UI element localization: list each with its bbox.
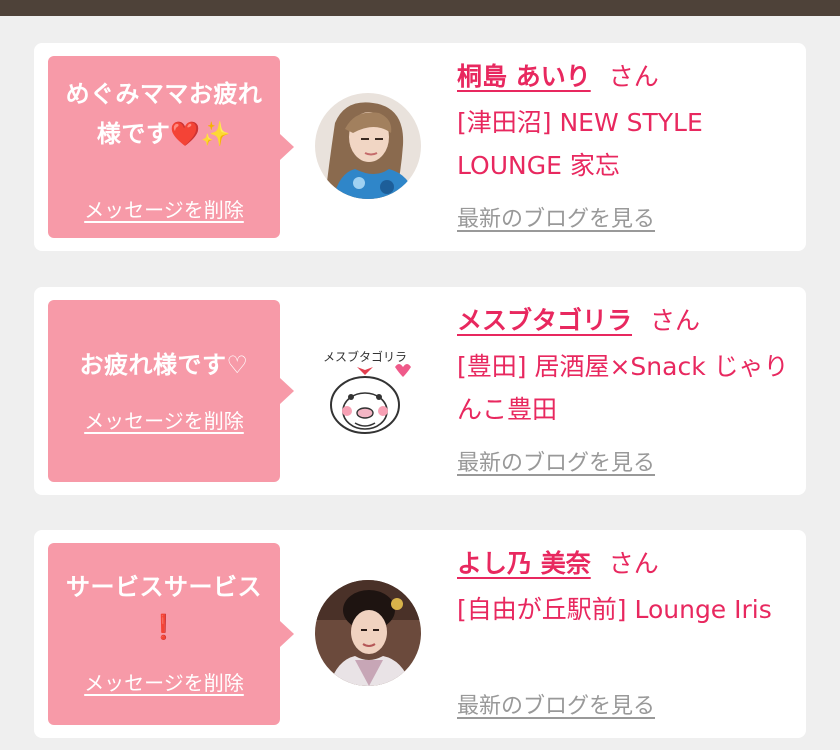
message-text: サービスサービス ❗: [56, 567, 272, 647]
top-bar: [0, 0, 840, 16]
honorific: さん: [608, 62, 659, 91]
user-avatar[interactable]: [315, 580, 421, 686]
message-body: めぐみママお疲れ様です: [65, 80, 263, 148]
user-name-link[interactable]: メスブタゴリラ: [457, 306, 632, 335]
shop-info: [自由が丘駅前] Lounge Iris: [457, 588, 797, 631]
message-card: お疲れ様です♡ メッセージを削除 メスブタゴリラ メスブタゴリラ さん [豊田] …: [34, 287, 806, 495]
avatar-photo-woman-kimono-icon: [315, 580, 421, 686]
avatar-caption: メスブタゴリラ: [323, 349, 407, 364]
honorific: さん: [650, 306, 701, 335]
shop-area: [津田沼]: [457, 108, 552, 137]
user-name-link[interactable]: よし乃 美奈: [457, 549, 591, 578]
honorific: さん: [608, 549, 659, 578]
user-name-line: よし乃 美奈 さん: [457, 544, 659, 580]
message-body: お疲れ様です♡: [79, 351, 249, 379]
user-name-link[interactable]: 桐島 あいり: [457, 62, 591, 91]
avatar-gorilla-illustration-icon: メスブタゴリラ: [315, 337, 421, 443]
shop-info: [豊田] 居酒屋×Snack じゃりんこ豊田: [457, 345, 797, 431]
message-card: めぐみママお疲れ様です❤️✨ メッセージを削除 桐島 あいり さん [津田沼] N…: [34, 43, 806, 251]
latest-blog-link[interactable]: 最新のブログを見る: [457, 445, 655, 477]
user-avatar[interactable]: [315, 93, 421, 199]
message-bubble: サービスサービス ❗ メッセージを削除: [48, 543, 294, 725]
message-text: お疲れ様です♡: [56, 345, 272, 385]
delete-message-link[interactable]: メッセージを削除: [48, 194, 280, 223]
shop-info: [津田沼] NEW STYLE LOUNGE 家忘: [457, 101, 797, 187]
user-name-line: 桐島 あいり さん: [457, 57, 659, 93]
shop-name: Lounge Iris: [634, 595, 772, 624]
delete-message-link[interactable]: メッセージを削除: [48, 405, 280, 434]
shop-area: [豊田]: [457, 352, 527, 381]
shop-area: [自由が丘駅前]: [457, 595, 627, 624]
heart-emoji-icon: ❤️: [170, 120, 201, 148]
message-card: サービスサービス ❗ メッセージを削除 よし乃 美奈 さん [自由が丘駅前] Lou…: [34, 530, 806, 738]
latest-blog-link[interactable]: 最新のブログを見る: [457, 201, 655, 233]
message-bubble: めぐみママお疲れ様です❤️✨ メッセージを削除: [48, 56, 294, 238]
user-avatar[interactable]: メスブタゴリラ: [315, 337, 421, 443]
message-text: めぐみママお疲れ様です❤️✨: [56, 74, 272, 154]
latest-blog-link[interactable]: 最新のブログを見る: [457, 688, 655, 720]
avatar-photo-woman-blonde-icon: [315, 93, 421, 199]
sparkles-emoji-icon: ✨: [200, 120, 232, 148]
exclamation-emoji-icon: ❗: [148, 613, 180, 641]
user-name-line: メスブタゴリラ さん: [457, 301, 700, 337]
message-body: サービスサービス: [66, 573, 262, 601]
delete-message-link[interactable]: メッセージを削除: [48, 667, 280, 696]
message-bubble: お疲れ様です♡ メッセージを削除: [48, 300, 294, 482]
